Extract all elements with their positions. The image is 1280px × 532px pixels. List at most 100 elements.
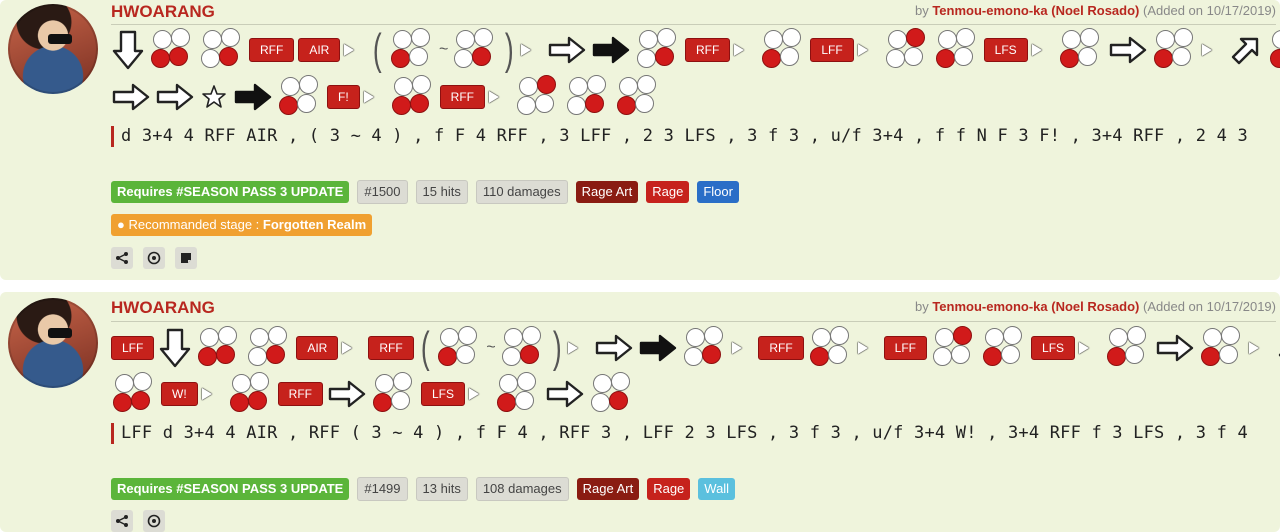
next-icon bbox=[857, 342, 880, 354]
button-4-icon bbox=[452, 27, 498, 73]
forward-arrow-icon bbox=[594, 333, 634, 363]
forward-arrow-icon bbox=[155, 82, 195, 112]
stance-tag: RFF bbox=[249, 38, 295, 62]
stance-tag: RFF bbox=[439, 85, 485, 109]
combo-card: HWOARANG by Tenmou-emono-ka (Noel Rosado… bbox=[0, 292, 1280, 532]
stance-tag: LFF bbox=[111, 336, 155, 360]
up-forward-arrow-icon bbox=[1275, 330, 1280, 366]
note-icon bbox=[181, 253, 191, 263]
next-icon bbox=[521, 44, 543, 56]
combo-notation: LFF d 3+4 4 AIR , RFF ( 3 ~ 4 ) , f F 4 … bbox=[111, 423, 1276, 444]
button-3-icon bbox=[760, 27, 806, 73]
button-3-4-icon bbox=[196, 325, 242, 371]
stance-tag: AIR bbox=[296, 336, 339, 360]
button-2-icon bbox=[931, 325, 977, 371]
button-3-icon bbox=[1152, 27, 1198, 73]
location-pin-icon: ● bbox=[117, 217, 125, 232]
star-icon bbox=[199, 82, 229, 112]
character-avatar[interactable] bbox=[8, 4, 98, 94]
button-3-icon bbox=[495, 371, 541, 417]
target-icon bbox=[147, 251, 161, 265]
rage-art-badge: Rage Art bbox=[576, 478, 640, 500]
combo-inputs-row: W! RFF LFS bbox=[111, 371, 1276, 417]
next-icon bbox=[734, 44, 756, 56]
requires-badge[interactable]: Requires #SEASON PASS 3 UPDATE bbox=[111, 478, 350, 500]
stance-tag: LFS bbox=[1031, 336, 1076, 360]
character-avatar[interactable] bbox=[8, 298, 98, 388]
next-icon bbox=[342, 342, 364, 354]
forward-arrow-icon bbox=[545, 379, 585, 409]
stage-name: Forgotten Realm bbox=[262, 217, 367, 232]
combo-id-badge: #1500 bbox=[357, 180, 408, 204]
dash-arrow-icon bbox=[591, 35, 631, 65]
stance-tag: RFF bbox=[368, 336, 414, 360]
button-3-icon bbox=[615, 74, 661, 120]
rage-badge: Rage bbox=[646, 181, 690, 203]
forward-arrow-icon bbox=[111, 82, 151, 112]
added-date: (Added on 10/17/2019) bbox=[1143, 299, 1276, 314]
hits-badge: 13 hits bbox=[415, 477, 468, 501]
button-3-4-icon bbox=[149, 27, 195, 73]
button-3-icon bbox=[1199, 325, 1245, 371]
author-link[interactable]: Tenmou-emono-ka (Noel Rosado) bbox=[932, 3, 1139, 18]
next-icon bbox=[732, 342, 754, 354]
button-3-icon bbox=[1105, 325, 1151, 371]
author-link[interactable]: Tenmou-emono-ka (Noel Rosado) bbox=[932, 299, 1139, 314]
next-icon bbox=[1031, 44, 1054, 56]
requires-badge[interactable]: Requires #SEASON PASS 3 UPDATE bbox=[111, 181, 350, 203]
floor-badge: Floor bbox=[697, 181, 739, 203]
target-button[interactable] bbox=[143, 247, 165, 269]
character-name[interactable]: HWOARANG bbox=[111, 2, 215, 22]
stance-tag: AIR bbox=[298, 38, 341, 62]
combo-meta: by Tenmou-emono-ka (Noel Rosado) (Added … bbox=[915, 299, 1276, 314]
button-4-icon bbox=[246, 325, 292, 371]
button-3-icon bbox=[436, 325, 482, 371]
author-prefix: by bbox=[914, 299, 929, 314]
share-button[interactable] bbox=[111, 247, 133, 269]
button-2-icon bbox=[515, 74, 561, 120]
dash-arrow-icon bbox=[638, 333, 678, 363]
character-name[interactable]: HWOARANG bbox=[111, 298, 215, 318]
combo-id-badge: #1499 bbox=[357, 477, 408, 501]
stance-tag: F! bbox=[327, 85, 360, 109]
button-4-icon bbox=[682, 325, 728, 371]
combo-actions bbox=[111, 510, 165, 532]
button-4-icon bbox=[199, 27, 245, 73]
stance-tag: LFF bbox=[810, 38, 854, 62]
next-icon bbox=[469, 388, 491, 400]
target-icon bbox=[147, 514, 161, 528]
button-3-icon bbox=[371, 371, 417, 417]
stance-tag: LFS bbox=[421, 382, 466, 406]
stance-tag: RFF bbox=[758, 336, 804, 360]
combo-badges: Requires #SEASON PASS 3 UPDATE #1499 13 … bbox=[111, 477, 736, 501]
divider bbox=[111, 24, 1276, 25]
dash-arrow-icon bbox=[233, 82, 273, 112]
stance-tag: RFF bbox=[685, 38, 731, 62]
next-icon bbox=[363, 91, 386, 103]
open-paren: ( bbox=[420, 323, 430, 372]
divider bbox=[111, 321, 1276, 322]
next-icon bbox=[1079, 342, 1101, 354]
button-4-icon bbox=[635, 27, 681, 73]
close-paren: ) bbox=[552, 323, 562, 372]
share-button[interactable] bbox=[111, 510, 133, 532]
combo-card: HWOARANG by Tenmou-emono-ka (Noel Rosado… bbox=[0, 0, 1280, 280]
hits-badge: 15 hits bbox=[415, 180, 468, 204]
combo-inputs-row: F! RFF bbox=[111, 74, 1276, 120]
down-arrow-icon bbox=[111, 29, 145, 71]
rage-badge: Rage bbox=[647, 478, 691, 500]
combo-inputs-row: RFF AIR ( ~ ) RFF LFF LFS bbox=[111, 27, 1280, 73]
note-button[interactable] bbox=[175, 247, 197, 269]
next-icon bbox=[489, 91, 511, 103]
stage-prefix: Recommanded stage : bbox=[128, 217, 260, 232]
button-3-icon bbox=[1058, 27, 1104, 73]
combo-actions bbox=[111, 247, 197, 269]
next-icon bbox=[1249, 342, 1271, 354]
share-icon bbox=[116, 515, 128, 527]
button-3-4-icon bbox=[228, 371, 274, 417]
damage-badge: 110 damages bbox=[475, 180, 568, 204]
button-3-icon bbox=[981, 325, 1027, 371]
stance-tag: RFF bbox=[277, 382, 323, 406]
target-button[interactable] bbox=[143, 510, 165, 532]
forward-arrow-icon bbox=[327, 379, 367, 409]
